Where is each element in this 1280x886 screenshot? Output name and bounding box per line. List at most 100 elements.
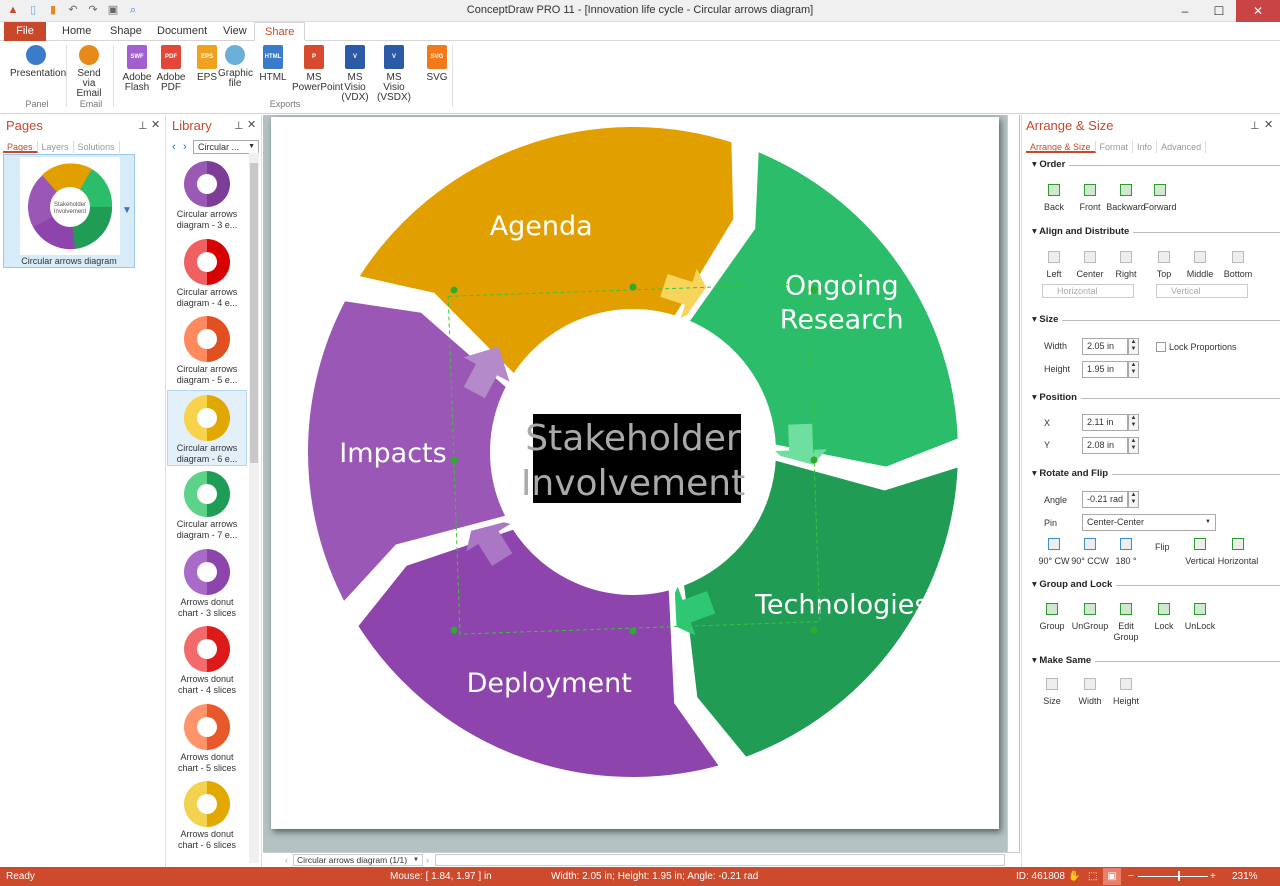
library-scrollbar[interactable] [249, 153, 259, 863]
ribbon-button-visio-vsdx[interactable]: V MS Visio (VSDX) [377, 45, 411, 103]
vertical-icon[interactable] [1194, 538, 1206, 550]
library-scroll-thumb[interactable] [250, 163, 258, 463]
library-item[interactable]: Circular arrows diagram - 5 e... [167, 312, 247, 388]
library-item[interactable]: Circular arrows diagram - 3 e... [167, 157, 247, 233]
zoom-slider-thumb[interactable] [1178, 871, 1180, 881]
section-make-same[interactable]: ▾ Make Same [1032, 655, 1280, 666]
pages-tab-layers[interactable]: Layers [38, 141, 74, 153]
drawing-page[interactable]: Agenda Ongoing Research Technologies Deploym… [271, 117, 999, 829]
ribbon-button-email[interactable]: Send via Email [72, 45, 106, 99]
arrange-tab-info[interactable]: Info [1133, 141, 1158, 153]
close-panel-icon[interactable]: ✕ [151, 118, 160, 131]
ungroup-icon[interactable] [1084, 603, 1096, 615]
section-order[interactable]: ▾ Order [1032, 159, 1280, 170]
ribbon-button-html[interactable]: HTML HTML [256, 45, 290, 83]
hand-tool-icon[interactable]: ✋ [1068, 871, 1080, 882]
90-ccw-icon[interactable] [1084, 538, 1096, 550]
right-icon[interactable] [1120, 251, 1132, 263]
page-menu-chevron-icon[interactable]: ▼ [122, 205, 132, 216]
selection-handle[interactable] [810, 456, 818, 464]
pin-icon[interactable]: ⊥ [1250, 119, 1260, 132]
180--icon[interactable] [1120, 538, 1132, 550]
selection-handle[interactable] [629, 283, 637, 291]
arrange-tab-advanced[interactable]: Advanced [1157, 141, 1207, 153]
ribbon-button-svg[interactable]: SVG SVG [420, 45, 454, 83]
library-item[interactable]: Arrows donut chart - 5 slices [167, 700, 247, 776]
ribbon-button-pdf[interactable]: PDF Adobe PDF [154, 45, 188, 93]
ribbon-button-image[interactable]: Graphic file [218, 45, 253, 89]
width-spinner[interactable]: ▲ ▼ [1128, 338, 1139, 355]
unlock-icon[interactable] [1194, 603, 1206, 615]
ribbon-button-visio-vdx[interactable]: V MS Visio (VDX) [338, 45, 372, 103]
library-item[interactable]: Circular arrows diagram - 7 e... [167, 467, 247, 543]
tab-shape[interactable]: Shape [100, 22, 152, 41]
front-icon[interactable] [1084, 184, 1096, 196]
section-align[interactable]: ▾ Align and Distribute [1032, 226, 1280, 237]
tab-document[interactable]: Document [147, 22, 217, 41]
x-input[interactable]: 2.11 in [1082, 414, 1128, 431]
angle-input[interactable]: -0.21 rad [1082, 491, 1128, 508]
section-rotate[interactable]: ▾ Rotate and Flip [1032, 468, 1280, 479]
pin-icon[interactable]: ⊥ [138, 119, 148, 132]
section-group[interactable]: ▾ Group and Lock [1032, 579, 1280, 590]
bottom-icon[interactable] [1232, 251, 1244, 263]
size-icon[interactable] [1046, 678, 1058, 690]
arrange-tab-format[interactable]: Format [1096, 141, 1134, 153]
distribute-horizontal-select[interactable]: Horizontal [1042, 284, 1134, 298]
tab-file[interactable]: File [4, 22, 46, 41]
center-icon[interactable] [1084, 251, 1096, 263]
ribbon-button-presentation[interactable]: Presentation [10, 45, 66, 79]
width-icon[interactable] [1084, 678, 1096, 690]
left-icon[interactable] [1048, 251, 1060, 263]
selection-handle[interactable] [450, 626, 458, 634]
zoom-window-icon[interactable]: ⬚ [1088, 871, 1097, 882]
zoom-out-button[interactable]: − [1128, 871, 1134, 882]
horizontal-icon[interactable] [1232, 538, 1244, 550]
x-spinner[interactable]: ▲ ▼ [1128, 414, 1139, 431]
section-size[interactable]: ▾ Size [1032, 314, 1280, 325]
forward-icon[interactable] [1154, 184, 1166, 196]
width-input[interactable]: 2.05 in [1082, 338, 1128, 355]
library-item[interactable]: Arrows donut chart - 4 slices [167, 622, 247, 698]
tab-view[interactable]: View [213, 22, 257, 41]
section-position[interactable]: ▾ Position [1032, 392, 1280, 403]
page-thumbnail[interactable]: Stakeholder Involvement ▼ Circular arrow… [3, 154, 135, 268]
y-spinner[interactable]: ▲ ▼ [1128, 437, 1139, 454]
library-item[interactable]: Arrows donut chart - 3 slices [167, 545, 247, 621]
center-text[interactable]: Stakeholder [525, 418, 741, 459]
90-cw-icon[interactable] [1048, 538, 1060, 550]
height-spinner[interactable]: ▲ ▼ [1128, 361, 1139, 378]
minimize-button[interactable]: – [1168, 0, 1202, 22]
library-back-icon[interactable]: ‹ [172, 141, 176, 153]
group-icon[interactable] [1046, 603, 1058, 615]
fit-page-icon[interactable]: ▣ [1103, 868, 1121, 885]
top-icon[interactable] [1158, 251, 1170, 263]
library-item[interactable]: Arrows donut chart - 6 slices [167, 777, 247, 853]
library-forward-icon[interactable]: › [183, 141, 187, 153]
angle-spinner[interactable]: ▲ ▼ [1128, 491, 1139, 508]
selection-handle[interactable] [810, 626, 818, 634]
center-text[interactable]: Involvement [521, 463, 745, 504]
pin-icon[interactable]: ⊥ [234, 119, 244, 132]
segment-deployment[interactable] [351, 522, 729, 783]
height-input[interactable]: 1.95 in [1082, 361, 1128, 378]
prev-page-icon[interactable]: ‹ [285, 855, 288, 865]
close-panel-icon[interactable]: ✕ [247, 118, 256, 131]
y-input[interactable]: 2.08 in [1082, 437, 1128, 454]
pages-tab-pages[interactable]: Pages [3, 141, 38, 153]
library-item[interactable]: Circular arrows diagram - 4 e... [167, 235, 247, 311]
pin-select[interactable]: Center-Center ▼ [1082, 514, 1216, 531]
circular-arrows-diagram[interactable]: Agenda OngoingResearch Technologies Deploym… [271, 117, 999, 829]
tab-home[interactable]: Home [52, 22, 101, 41]
pages-tab-solutions[interactable]: Solutions [74, 141, 120, 153]
maximize-button[interactable]: ☐ [1202, 0, 1236, 22]
canvas-area[interactable]: Agenda Ongoing Research Technologies Deploym… [263, 115, 1020, 852]
distribute-vertical-select[interactable]: Vertical [1156, 284, 1248, 298]
back-icon[interactable] [1048, 184, 1060, 196]
height-icon[interactable] [1120, 678, 1132, 690]
ribbon-button-powerpoint[interactable]: P MS PowerPoint [292, 45, 343, 93]
page-selector[interactable]: Circular arrows diagram (1/1) ▼ [293, 854, 423, 866]
arrange-tab-arrange[interactable]: Arrange & Size [1026, 141, 1096, 153]
canvas-horizontal-scrollbar[interactable] [435, 854, 1005, 866]
lock-proportions-checkbox[interactable] [1156, 342, 1166, 352]
